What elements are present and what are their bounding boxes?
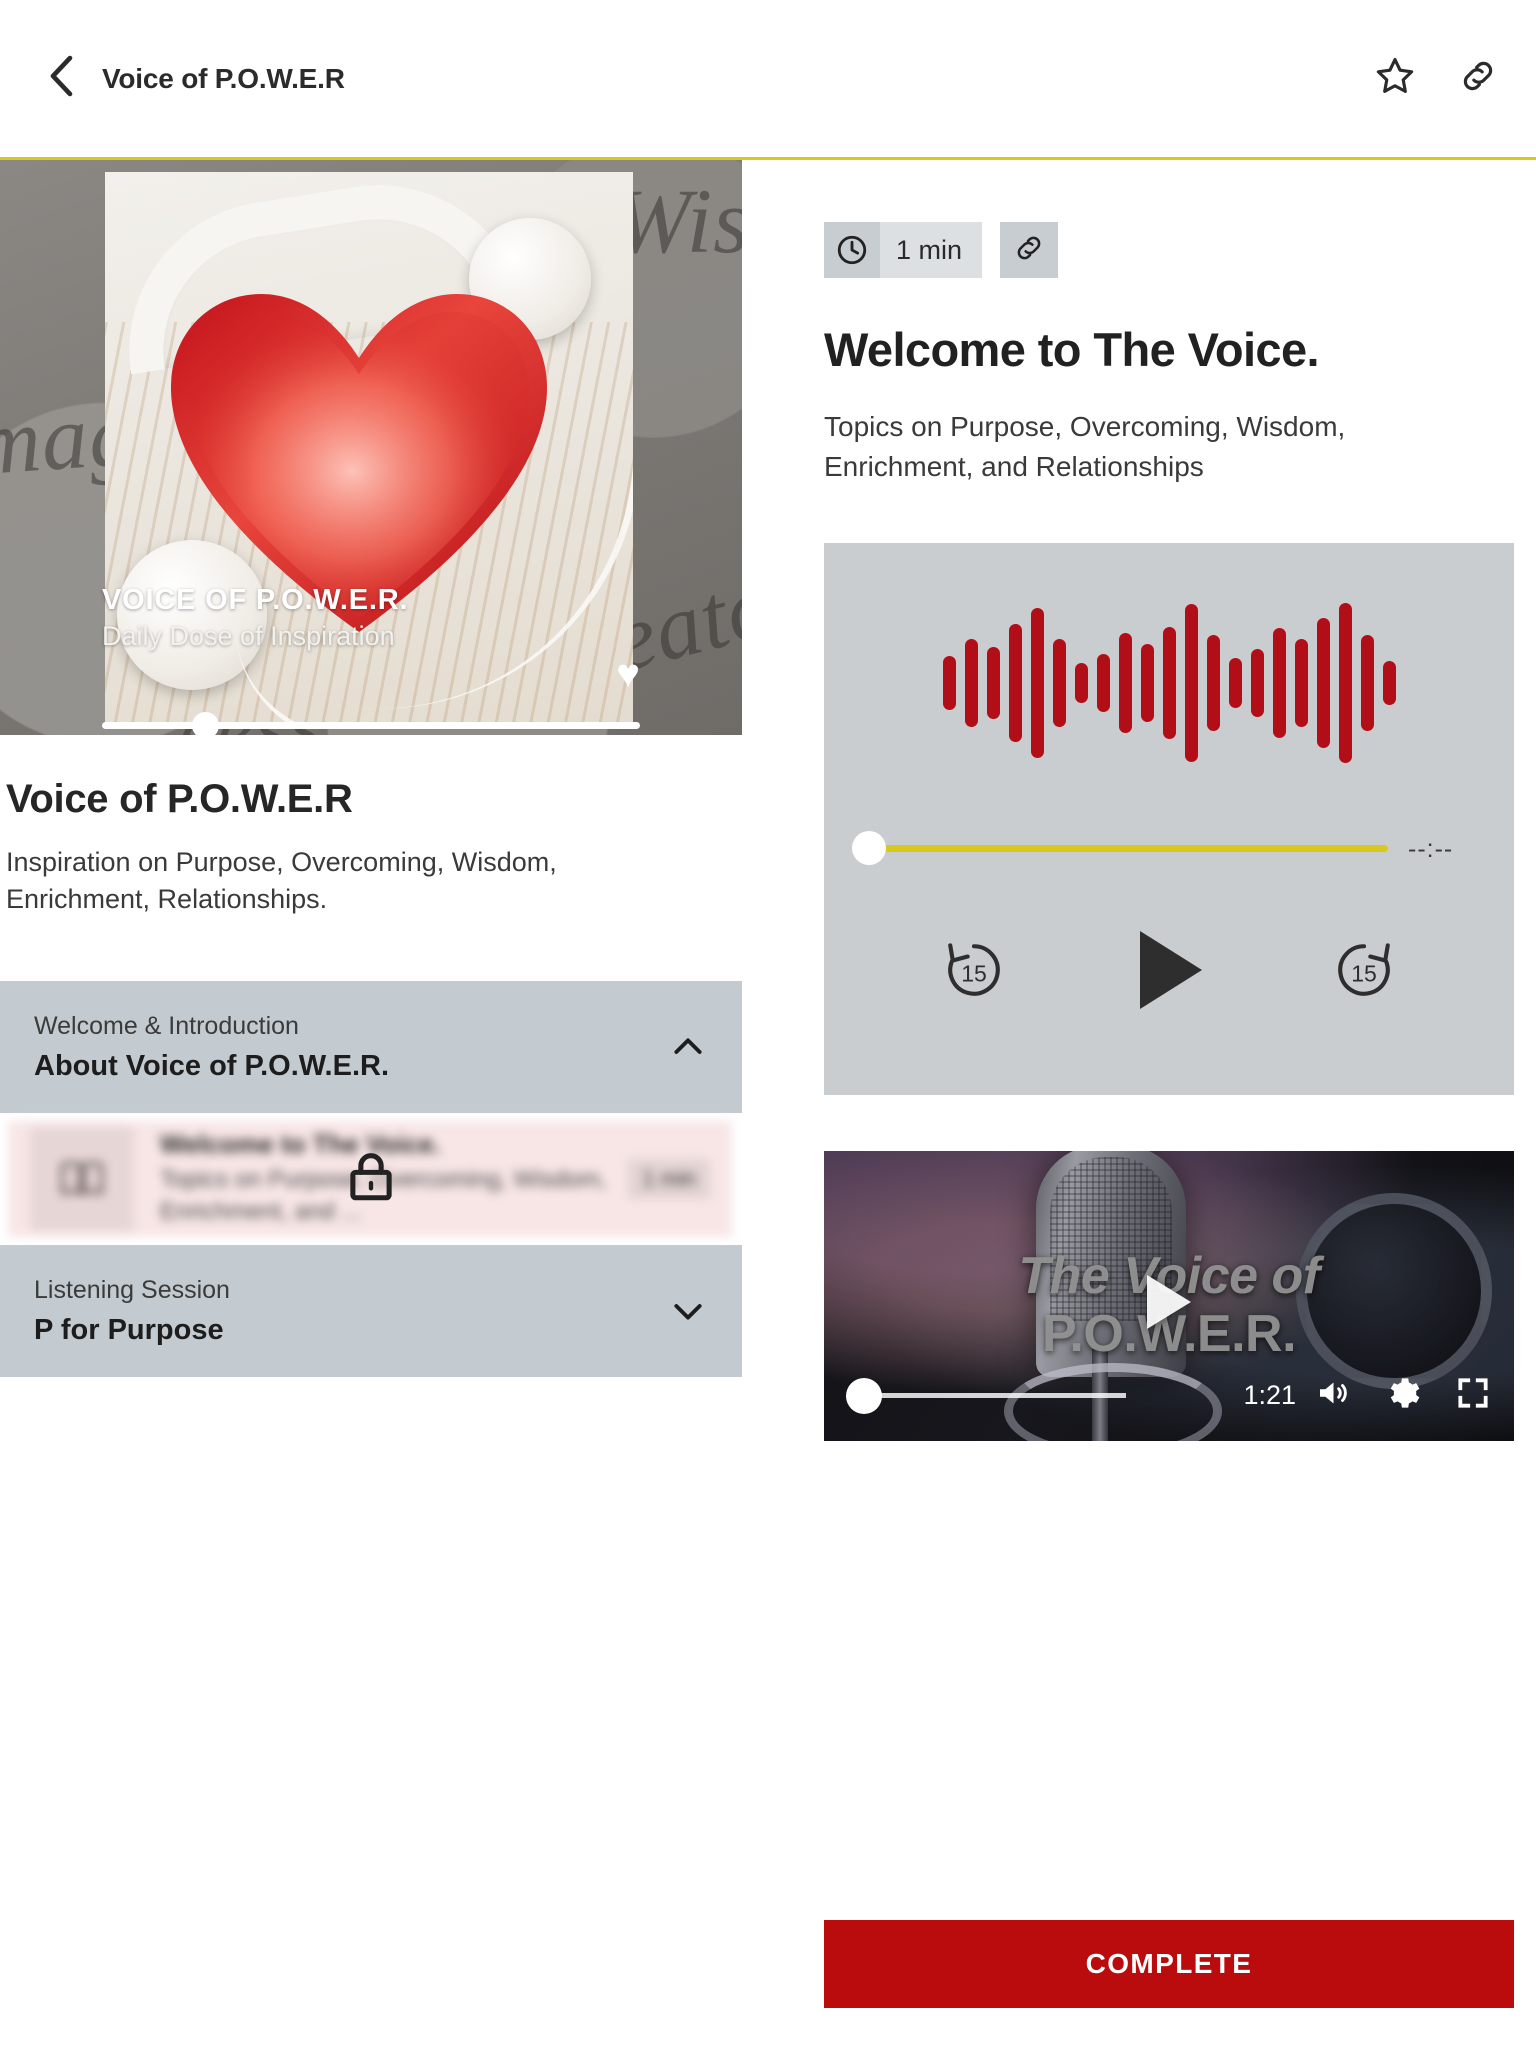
waveform-bar [1030,607,1044,758]
audio-time-display: --:-- [1408,834,1454,863]
audio-progress-handle[interactable] [852,830,886,865]
waveform-bar [942,655,956,710]
share-link-button[interactable] [1458,56,1498,101]
course-hero: Wis mag creato cess [0,160,742,735]
audio-player: --:-- 15 15 [824,542,1514,1095]
course-title: Voice of P.O.W.E.R [6,777,353,821]
clock-icon [824,222,880,278]
audio-waveform [824,602,1514,763]
waveform-bar [1294,638,1308,727]
waveform-bar [1118,632,1132,733]
volume-icon [1312,1375,1352,1416]
fullscreen-icon [1454,1374,1492,1417]
video-progress-track[interactable] [876,1393,1126,1398]
play-icon [1130,927,1208,1018]
waveform-bar [1008,623,1022,742]
rewind-15-button[interactable]: 15 [936,932,1012,1013]
lesson-subheading: Topics on Purpose, Overcoming, Wisdom, E… [824,411,1346,482]
star-icon [1374,55,1416,102]
waveform-bar [964,638,978,727]
lesson-duration-text: 1 min [896,234,963,265]
section-title: About Voice of P.O.W.E.R. [34,1049,390,1082]
waveform-bar [1184,603,1198,762]
accordion-section-listening-session[interactable]: Listening Session P for Purpose [0,1244,742,1377]
course-description: Inspiration on Purpose, Overcoming, Wisd… [6,847,557,915]
waveform-bar [1162,626,1176,739]
course-sidebar: Wis mag creato cess [0,160,742,2048]
lesson-description: Topics on Purpose, Overcoming, Wisdom, E… [160,1165,607,1225]
section-title: P for Purpose [34,1313,224,1346]
lesson-list-item[interactable]: Welcome to The Voice. Topics on Purpose,… [0,1112,742,1245]
page-title: Voice of P.O.W.E.R [102,62,345,94]
hero-overlay-title: VOICE OF P.O.W.E.R. [102,584,409,616]
lesson-title: Welcome to The Voice. [160,1128,441,1159]
waveform-bar [986,646,1000,719]
audio-seek-bar: --:-- [852,830,1486,865]
video-play-button[interactable] [1147,1274,1191,1329]
lesson-share-button[interactable] [1000,222,1059,278]
video-time-display: 1:21 [1243,1380,1296,1410]
lesson-heading: Welcome to The Voice. [824,323,1320,376]
lesson-detail-panel: 1 min Welcome to The Voice. Topics on Pu… [742,160,1536,2048]
waveform-bar [1382,660,1396,705]
chevron-left-icon [48,55,74,102]
chevron-down-icon [668,1291,708,1331]
hero-bg-word: Wis [614,170,742,272]
settings-button[interactable] [1384,1374,1422,1417]
app-header: Voice of P.O.W.E.R [0,0,1536,157]
video-player[interactable]: The Voice of P.O.W.E.R. 1:21 [824,1150,1514,1441]
link-icon [1458,56,1498,101]
waveform-bar [1338,602,1352,763]
hero-overlay-subtitle: Daily Dose of Inspiration [102,621,395,651]
forward-15-label: 15 [1351,960,1377,987]
accordion-section-welcome-introduction[interactable]: Welcome & Introduction About Voice of P.… [0,980,742,1113]
play-button[interactable] [1130,927,1208,1018]
link-icon [1013,232,1045,269]
gear-icon [1384,1374,1422,1417]
waveform-bar [1228,657,1242,708]
waveform-bar [1272,627,1286,738]
hero-caption: VOICE OF P.O.W.E.R. Daily Dose of Inspir… [102,584,408,652]
waveform-bar [1096,653,1110,712]
volume-button[interactable] [1312,1375,1352,1416]
lesson-duration-badge: 1 min [628,1158,710,1199]
waveform-bar [1074,662,1088,703]
hero-progress-track[interactable] [102,722,640,729]
waveform-bar [1140,643,1154,722]
lesson-duration-chip: 1 min [824,222,983,278]
section-label: Listening Session [34,1276,230,1305]
hero-progress-handle[interactable] [192,712,219,735]
waveform-bar [1052,638,1066,727]
waveform-bar [1250,648,1264,717]
complete-button[interactable]: COMPLETE [824,1920,1514,2008]
curriculum-accordion: Welcome & Introduction About Voice of P.… [0,980,742,1377]
lesson-meta-row: 1 min [824,222,1484,278]
fullscreen-button[interactable] [1454,1374,1492,1417]
rewind-15-label: 15 [961,960,987,987]
audio-progress-track[interactable] [878,844,1388,852]
favorite-button[interactable] [1374,55,1416,102]
waveform-bar [1316,617,1330,748]
heart-icon[interactable]: ♥ [616,654,640,694]
waveform-bar [1206,634,1220,731]
book-icon [30,1126,134,1231]
forward-15-button[interactable]: 15 [1326,932,1402,1013]
waveform-bar [1360,634,1374,731]
audio-transport-controls: 15 15 [824,918,1514,1028]
chevron-up-icon [668,1027,708,1067]
back-button[interactable] [38,55,84,102]
video-controls: 1:21 [824,1373,1514,1419]
section-label: Welcome & Introduction [34,1012,299,1041]
header-actions [1374,55,1498,102]
